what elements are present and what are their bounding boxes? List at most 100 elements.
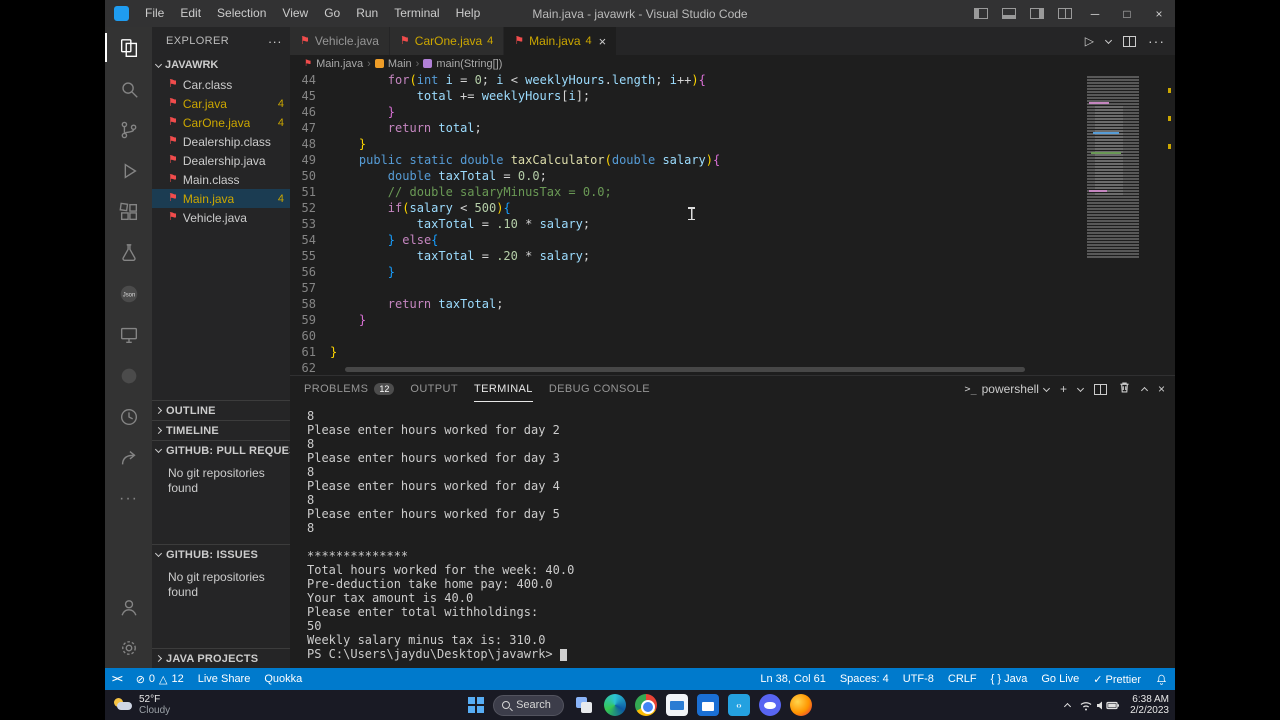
panel-tab-debug-console[interactable]: DEBUG CONSOLE (549, 376, 650, 402)
run-debug-icon[interactable] (105, 150, 152, 191)
file-row[interactable]: ⚑ Car.class (152, 75, 290, 94)
firefox-app-icon[interactable] (789, 694, 812, 716)
weather-widget[interactable]: 52°F Cloudy (105, 694, 170, 716)
file-row[interactable]: ⚑ Car.java 4 (152, 94, 290, 113)
file-row[interactable]: ⚑ CarOne.java 4 (152, 113, 290, 132)
maximize-panel-icon[interactable] (1140, 386, 1149, 395)
menu-selection[interactable]: Selection (209, 0, 274, 27)
breadcrumb-item[interactable]: Main (388, 58, 412, 70)
remote-explorer-icon[interactable] (105, 314, 152, 355)
chrome-app-icon[interactable] (634, 694, 657, 716)
file-row[interactable]: ⚑ Dealership.java (152, 151, 290, 170)
store-app-icon[interactable] (696, 694, 719, 716)
run-java-icon[interactable]: ▷ (1085, 34, 1094, 48)
status-crlf[interactable]: CRLF (941, 668, 984, 690)
tray-clock[interactable]: 6:38 AM 2/2/2023 (1130, 694, 1169, 716)
tab-carone-java[interactable]: ⚑ CarOne.java 4 (389, 27, 505, 55)
menu-help[interactable]: Help (448, 0, 489, 27)
more-actions-icon[interactable]: ··· (105, 478, 152, 519)
remote-indicator[interactable]: >< (105, 668, 129, 690)
tab-close-icon[interactable]: × (599, 34, 607, 49)
start-button[interactable] (468, 697, 485, 713)
explorer-more-actions-icon[interactable]: ··· (268, 34, 282, 49)
status-go-live[interactable]: Go Live (1034, 668, 1086, 690)
menu-file[interactable]: File (137, 0, 172, 27)
testing-beaker-icon[interactable] (105, 232, 152, 273)
tab-main-java[interactable]: ⚑ Main.java 4 × (504, 27, 618, 55)
problems-status[interactable]: ⊘ 0 △ 12 (129, 668, 191, 690)
maximize-button[interactable]: □ (1111, 0, 1143, 27)
editor-more-actions-icon[interactable]: ··· (1148, 33, 1165, 49)
file-row[interactable]: ⚑ Vehicle.java (152, 208, 290, 227)
quokka-status[interactable]: Quokka (257, 668, 309, 690)
close-button[interactable]: × (1143, 0, 1175, 27)
tab-problem-badge: 4 (585, 35, 592, 47)
panel-tab-output[interactable]: OUTPUT (410, 376, 458, 402)
toggle-panel-icon[interactable] (1002, 8, 1016, 19)
task-view-app-icon[interactable] (573, 694, 595, 716)
vscode-logo-icon[interactable] (114, 6, 129, 21)
system-tray: 6:38 AM 2/2/2023 (1064, 694, 1169, 716)
notifications-bell-icon[interactable] (1148, 668, 1175, 690)
run-dropdown-icon[interactable] (1104, 36, 1113, 44)
hidden-icons-chevron[interactable] (1064, 702, 1072, 711)
new-terminal-dropdown-icon[interactable] (1076, 384, 1085, 392)
customize-layout-icon[interactable] (1058, 8, 1072, 19)
close-panel-icon[interactable]: × (1158, 382, 1165, 396)
live-share-icon[interactable] (105, 437, 152, 478)
section-header[interactable]: JAVA PROJECTS (152, 649, 290, 668)
status-spaces-4[interactable]: Spaces: 4 (833, 668, 896, 690)
horizontal-scrollbar[interactable] (345, 367, 1025, 372)
json-extension-icon[interactable]: Json (105, 273, 152, 314)
split-editor-icon[interactable] (1123, 35, 1136, 47)
menu-terminal[interactable]: Terminal (386, 0, 447, 27)
minimize-button[interactable]: ─ (1079, 0, 1111, 27)
live-share-status[interactable]: Live Share (191, 668, 258, 690)
workspace-root-row[interactable]: JAVAWRK (152, 55, 290, 75)
source-control-icon[interactable] (105, 109, 152, 150)
minimap[interactable] (1081, 72, 1173, 262)
settings-gear-icon[interactable] (105, 627, 152, 668)
toggle-secondary-sidebar-icon[interactable] (1030, 8, 1044, 19)
tab-vehicle-java[interactable]: ⚑ Vehicle.java (290, 27, 390, 55)
discord-app-icon[interactable] (758, 694, 781, 716)
account-icon[interactable] (105, 586, 152, 627)
split-terminal-icon[interactable] (1093, 383, 1107, 395)
section-header[interactable]: OUTLINE (152, 401, 290, 420)
kill-terminal-icon[interactable] (1118, 381, 1131, 397)
panel-tab-problems[interactable]: PROBLEMS 12 (304, 376, 395, 402)
breadcrumb-item[interactable]: Main.java (316, 58, 363, 70)
section-header[interactable]: GITHUB: PULL REQUESTS (152, 441, 290, 460)
menu-view[interactable]: View (274, 0, 316, 27)
edge-app-icon[interactable] (603, 694, 626, 716)
section-header[interactable]: GITHUB: ISSUES (152, 545, 290, 564)
extensions-icon[interactable] (105, 191, 152, 232)
status--prettier[interactable]: ✓ Prettier (1086, 668, 1148, 690)
toggle-sidebar-icon[interactable] (974, 8, 988, 19)
mail-app-icon[interactable] (665, 694, 688, 716)
status-utf-8[interactable]: UTF-8 (896, 668, 941, 690)
extension-circle-icon[interactable] (105, 355, 152, 396)
minimap-speck (1089, 102, 1109, 104)
status-ln-38-col-61[interactable]: Ln 38, Col 61 (753, 668, 832, 690)
menu-run[interactable]: Run (348, 0, 386, 27)
terminal-view[interactable]: 8 Please enter hours worked for day 2 8 Ple… (290, 402, 1175, 668)
menu-go[interactable]: Go (316, 0, 348, 27)
section-header[interactable]: TIMELINE (152, 421, 290, 440)
panel-tab-terminal[interactable]: TERMINAL (473, 376, 533, 402)
new-terminal-icon[interactable]: + (1060, 382, 1067, 396)
vscode-app-icon[interactable]: ‹› (727, 694, 750, 716)
tray-status-icons[interactable] (1079, 699, 1121, 712)
clock-extension-icon[interactable] (105, 396, 152, 437)
file-row[interactable]: ⚑ Dealership.class (152, 132, 290, 151)
file-row[interactable]: ⚑ Main.class (152, 170, 290, 189)
status--java[interactable]: { } Java (984, 668, 1035, 690)
taskbar-search[interactable]: Search (493, 694, 564, 716)
search-icon[interactable] (105, 68, 152, 109)
code-editor[interactable]: 44 for(int i = 0; i < weeklyHours.length… (290, 72, 1175, 375)
shell-selector[interactable]: >_ powershell (965, 382, 1051, 396)
breadcrumb-item[interactable]: main(String[]) (436, 58, 502, 70)
file-row[interactable]: ⚑ Main.java 4 (152, 189, 290, 208)
explorer-icon[interactable] (105, 27, 152, 68)
menu-edit[interactable]: Edit (172, 0, 209, 27)
